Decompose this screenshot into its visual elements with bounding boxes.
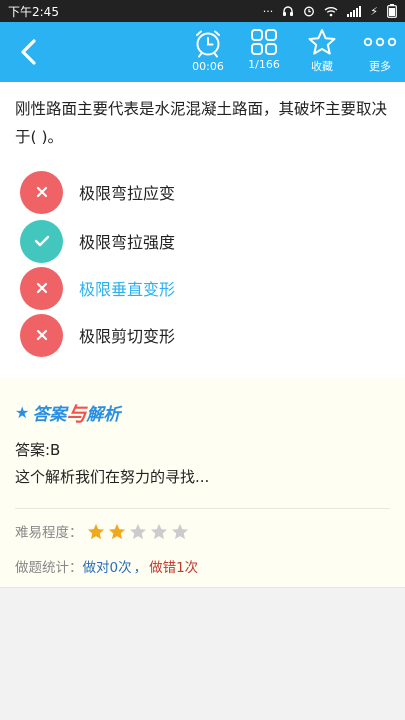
star-filled-icon [108, 523, 125, 539]
correct-mark [20, 219, 63, 263]
answer-text: 答案:B [15, 441, 61, 459]
analysis-title: ★ 答案 与 解析 [15, 398, 120, 427]
stats-wrong: 做错1次 [149, 560, 199, 576]
question-text: 刚性路面主要代表是水泥混凝土路面，其破坏主要取决于( )。 [15, 100, 388, 146]
grid-icon [251, 29, 277, 55]
status-time: 下午2:45 [8, 4, 59, 19]
close-icon [36, 329, 47, 341]
option-label: 极限弯拉应变 [79, 184, 176, 203]
progress-label: 1/166 [248, 58, 280, 71]
wrong-mark [20, 170, 63, 214]
status-bar: 下午2:45 ··· ⚡ [0, 0, 405, 22]
favorite-button[interactable]: 收藏 [294, 28, 350, 80]
more-label: 更多 [369, 60, 391, 73]
analysis-panel: ★ 答案 与 解析 答案:B 这个解析我们在努力的寻找... 难易程度： 做题统… [0, 378, 405, 588]
checkmark-icon [34, 235, 49, 247]
option-b[interactable]: 极限弯拉强度 [20, 219, 390, 263]
timer-label: 00:06 [192, 60, 224, 73]
analysis-title-answer: 答案 [32, 405, 67, 425]
star-empty-icon [150, 523, 167, 539]
stats-row: 做题统计： 做对0次 ， 做错1次 [15, 556, 198, 576]
question-grid-button[interactable]: 1/166 [236, 28, 292, 80]
alarm-clock-icon [196, 30, 220, 58]
option-label: 极限弯拉强度 [79, 233, 176, 252]
star-icon: ★ [15, 403, 30, 422]
star-outline-icon [308, 29, 336, 55]
stats-correct: 做对0次 [82, 560, 132, 576]
question-card: 刚性路面主要代表是水泥混凝土路面，其破坏主要取决于( )。 极限弯拉应变 极限弯… [0, 82, 405, 378]
star-filled-icon [87, 523, 104, 539]
more-button[interactable]: 更多 [352, 28, 405, 80]
back-button[interactable] [14, 36, 44, 68]
analysis-title-and: 与 [66, 402, 87, 426]
charging-icon: ⚡ [370, 4, 378, 18]
more-dots-icon [363, 37, 397, 47]
difficulty-label: 难易程度： [15, 525, 83, 541]
divider [15, 508, 390, 509]
wrong-mark [20, 266, 63, 310]
difficulty-row: 难易程度： [15, 521, 189, 541]
toolbar: 00:06 1/166 收藏 更多 [0, 22, 405, 82]
battery-icon [387, 4, 397, 18]
signal-icon [347, 5, 362, 17]
option-a[interactable]: 极限弯拉应变 [20, 170, 390, 214]
close-icon [36, 282, 47, 294]
option-label: 极限剪切变形 [79, 327, 176, 346]
headphones-icon [283, 6, 294, 16]
wrong-mark [20, 313, 63, 357]
back-arrow-icon [21, 39, 36, 65]
option-d[interactable]: 极限剪切变形 [20, 313, 390, 357]
option-c[interactable]: 极限垂直变形 [20, 266, 390, 310]
wifi-icon [324, 6, 338, 16]
close-icon [36, 186, 47, 198]
difficulty-stars [87, 523, 189, 540]
option-label: 极限垂直变形 [79, 280, 176, 299]
favorite-label: 收藏 [311, 60, 333, 73]
explanation-text: 这个解析我们在努力的寻找... [15, 468, 210, 486]
stats-separator: ， [133, 560, 148, 576]
more-dots-icon: ··· [262, 4, 274, 18]
timer-button[interactable]: 00:06 [180, 28, 236, 80]
star-empty-icon [129, 523, 146, 539]
star-empty-icon [171, 523, 188, 539]
analysis-title-explain: 解析 [86, 405, 121, 425]
alarm-icon [304, 6, 315, 17]
stats-label: 做题统计： [15, 560, 83, 576]
